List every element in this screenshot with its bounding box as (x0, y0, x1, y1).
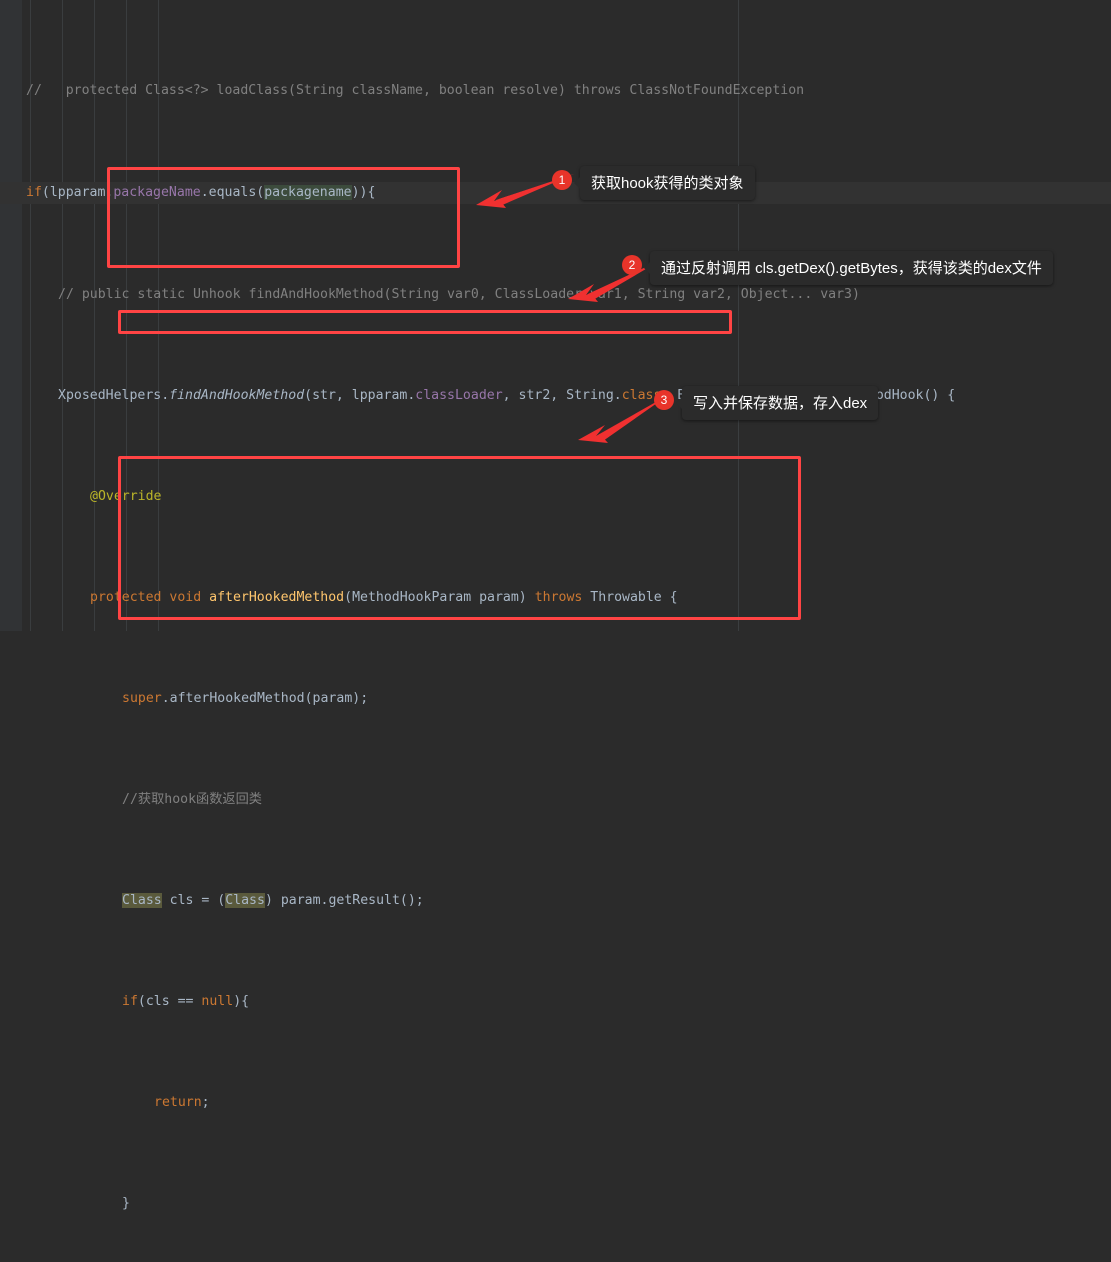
code-line[interactable]: if(cls == null){ (0, 991, 1111, 1012)
code-line[interactable]: XposedHelpers.findAndHookMethod(str, lpp… (0, 385, 1111, 406)
code-line[interactable]: @Override (0, 486, 1111, 507)
code-line[interactable]: // public static Unhook findAndHookMetho… (0, 284, 1111, 305)
code-line[interactable]: //获取hook函数返回类 (0, 789, 1111, 810)
code-line[interactable]: return; (0, 1092, 1111, 1113)
code-line[interactable]: } (0, 1193, 1111, 1214)
code-line[interactable]: Class cls = (Class) param.getResult(); (0, 890, 1111, 911)
code-content[interactable]: // protected Class<?> loadClass(String c… (0, 0, 1111, 1262)
code-line[interactable]: if(lpparam.packageName.equals(packagenam… (0, 182, 1111, 204)
code-editor[interactable]: // protected Class<?> loadClass(String c… (0, 0, 1111, 1211)
code-line[interactable]: // protected Class<?> loadClass(String c… (0, 80, 1111, 102)
code-line[interactable]: protected void afterHookedMethod(MethodH… (0, 587, 1111, 608)
code-line[interactable]: super.afterHookedMethod(param); (0, 688, 1111, 709)
